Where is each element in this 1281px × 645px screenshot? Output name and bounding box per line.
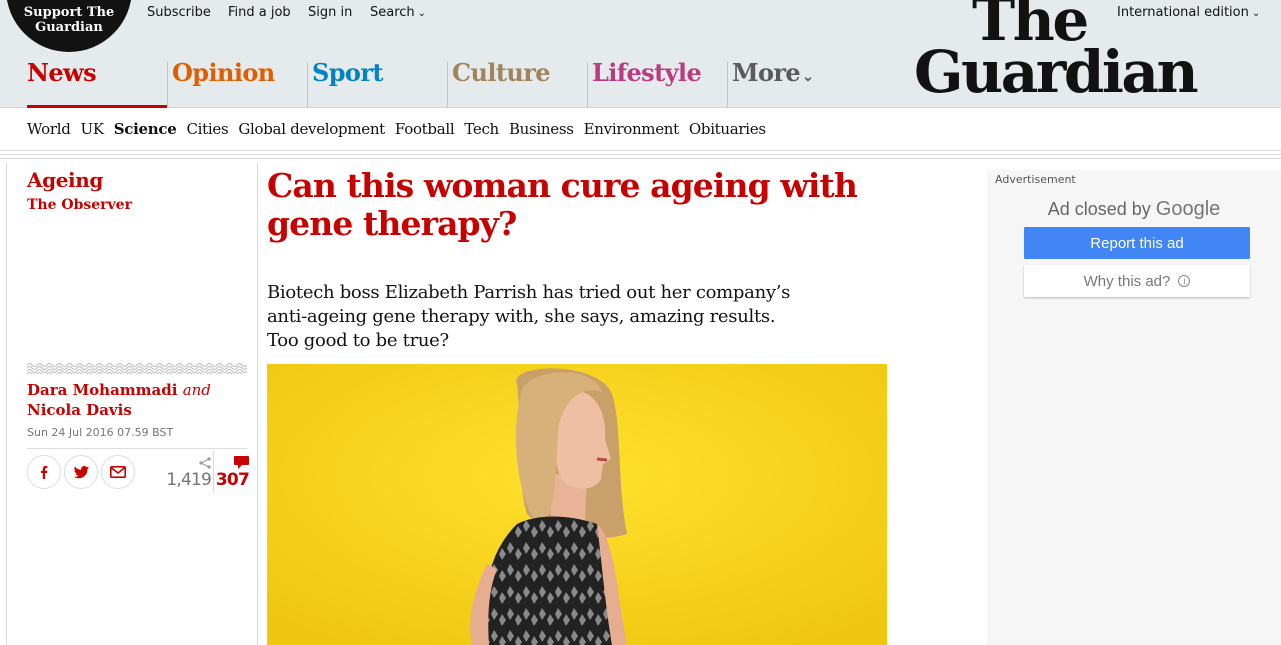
pillar-divider [587,62,588,108]
chevron-down-icon: ⌄ [1251,8,1261,19]
subnav-item-tech[interactable]: Tech [464,120,499,138]
pillar-divider [307,62,308,108]
byline: Dara Mohammadi and Nicola Davis [27,380,211,420]
subnav-item-business[interactable]: Business [509,120,574,138]
subnav-item-global-development[interactable]: Global development [238,120,385,138]
ad-slot: Advertisement Ad closed by Google Report… [987,170,1281,645]
pillar-opinion-label: Opinion [172,58,275,87]
subnav-item-science[interactable]: Science [114,120,177,138]
search-button[interactable]: Search ⌄ [370,5,426,20]
hero-photo-illustration [267,364,887,645]
pillar-divider [727,62,728,108]
pillar-sport-label: Sport [312,58,383,87]
series-link[interactable]: The Observer [27,197,132,213]
comment-icon [234,456,249,469]
pillar-news-label: News [27,58,97,87]
twitter-icon [73,465,89,478]
pillar-more[interactable]: More ⌄ [727,58,867,108]
pillar-more-label: More [732,58,801,87]
google-logo: Google [1155,198,1221,220]
subnav-item-environment[interactable]: Environment [584,120,680,138]
article-meta: Ageing The Observer Dara Mohammadi and N… [6,162,258,645]
pillar-divider [167,62,168,108]
pillar-divider [447,62,448,108]
pillar-culture[interactable]: Culture [447,58,587,108]
hero-image [267,364,887,645]
share-facebook-button[interactable] [27,455,61,489]
why-this-ad-button[interactable]: Why this ad? i [1024,265,1250,297]
site-header: Support The Guardian Subscribe Find a jo… [0,0,1281,109]
share-icon [199,457,211,469]
why-this-ad-label: Why this ad? [1083,272,1171,290]
divider [0,154,1281,155]
article-standfirst: Biotech boss Elizabeth Parrish has tried… [267,282,791,351]
subscribe-link[interactable]: Subscribe [147,5,211,20]
search-label: Search [370,5,415,20]
guardian-logo[interactable]: The Guardian [914,0,1199,106]
divider [27,448,247,449]
pillar-lifestyle-label: Lifestyle [592,58,702,87]
ad-closed-text: Ad closed by [1047,199,1151,219]
chevron-down-icon: ⌄ [802,69,814,85]
subnav-item-uk[interactable]: UK [81,120,105,138]
share-count-value: 1,419 [166,470,211,490]
info-icon: i [1178,275,1191,287]
ad-closed-message: Ad closed by Google [987,198,1281,221]
publish-date: Sun 24 Jul 2016 07.59 BST [27,426,174,439]
divider [0,150,1281,151]
author-link[interactable]: Nicola Davis [27,401,132,419]
divider [0,158,1281,159]
logo-line-2: Guardian [914,38,1199,106]
facebook-icon [41,466,48,479]
byline-conjunction: and [182,381,211,399]
subnav-item-obituaries[interactable]: Obituaries [689,120,766,138]
comment-count[interactable]: 307 [213,450,250,494]
section-link[interactable]: Ageing [27,168,103,192]
pillar-culture-label: Culture [452,58,551,87]
share-twitter-button[interactable] [64,455,98,489]
report-ad-button[interactable]: Report this ad [1024,227,1250,259]
subnav-item-cities[interactable]: Cities [186,120,228,138]
wavy-divider [27,363,247,374]
email-icon [110,466,126,478]
subnav-item-football[interactable]: Football [395,120,455,138]
support-badge[interactable]: Support The Guardian [6,0,132,52]
comment-count-value: 307 [215,470,250,490]
chevron-down-icon: ⌄ [417,8,427,19]
article-headline: Can this woman cure ageing with gene the… [267,166,858,243]
pillar-opinion[interactable]: Opinion [167,58,307,108]
find-job-link[interactable]: Find a job [228,5,291,20]
subnav: World UK Science Cities Global developme… [0,108,1281,152]
author-link[interactable]: Dara Mohammadi [27,381,177,399]
sign-in-link[interactable]: Sign in [308,5,352,20]
share-email-button[interactable] [101,455,135,489]
ad-label: Advertisement [995,173,1076,186]
pillar-sport[interactable]: Sport [307,58,447,108]
pillar-news[interactable]: News [27,58,167,109]
pillar-lifestyle[interactable]: Lifestyle [587,58,727,108]
subnav-item-world[interactable]: World [27,120,71,138]
